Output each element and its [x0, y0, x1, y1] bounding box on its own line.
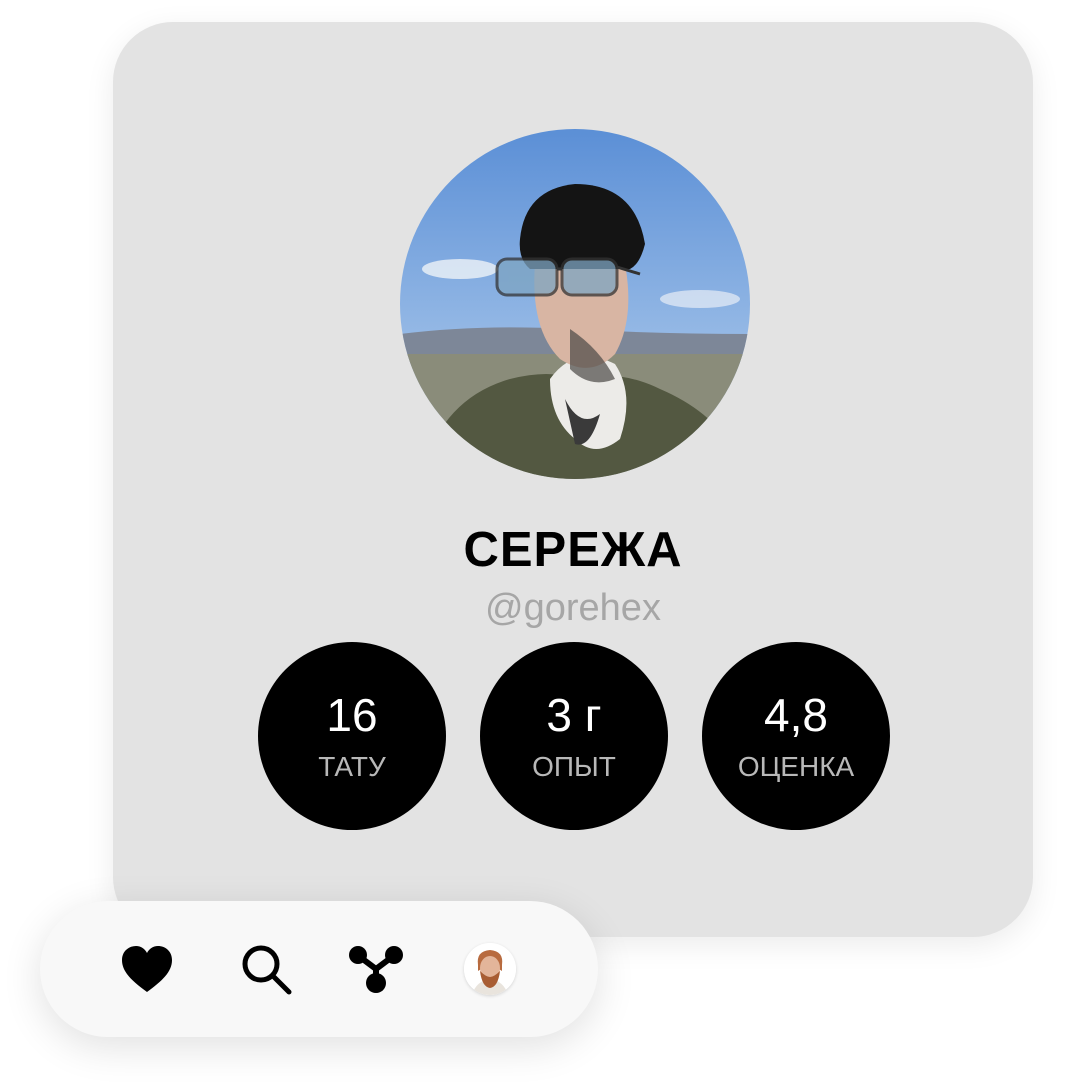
user-avatar: [464, 943, 516, 995]
profile-avatar[interactable]: [400, 129, 750, 479]
search-icon: [242, 945, 292, 995]
heart-icon: [122, 946, 172, 992]
stat-value: 16: [326, 689, 378, 741]
profile-card: СЕРЕЖА @gorehex 16 ТАТУ 3 г ОПЫТ 4,8 ОЦЕ…: [113, 22, 1033, 937]
nav-favorites[interactable]: [117, 939, 177, 999]
stat-label: ТАТУ: [318, 751, 386, 782]
stat-value: 3 г: [546, 689, 602, 741]
share-icon: [349, 946, 403, 993]
screen: СЕРЕЖА @gorehex 16 ТАТУ 3 г ОПЫТ 4,8 ОЦЕ…: [0, 0, 1075, 1090]
profile-photo-image: [400, 129, 750, 479]
stat-value: 4,8: [764, 689, 828, 741]
stat-label: ОПЫТ: [532, 751, 616, 782]
stat-tattoos: 16 ТАТУ: [258, 642, 446, 830]
stat-rating: 4,8 ОЦЕНКА: [702, 642, 890, 830]
nav-profile[interactable]: [460, 939, 520, 999]
nav-share[interactable]: [346, 939, 406, 999]
bottom-nav: [40, 901, 598, 1037]
profile-username: @gorehex: [485, 587, 661, 629]
stat-experience: 3 г ОПЫТ: [480, 642, 668, 830]
stats-row: 16 ТАТУ 3 г ОПЫТ 4,8 ОЦЕНКА: [258, 642, 892, 830]
stat-label: ОЦЕНКА: [737, 751, 855, 782]
nav-search[interactable]: [236, 939, 296, 999]
profile-name: СЕРЕЖА: [463, 523, 683, 577]
